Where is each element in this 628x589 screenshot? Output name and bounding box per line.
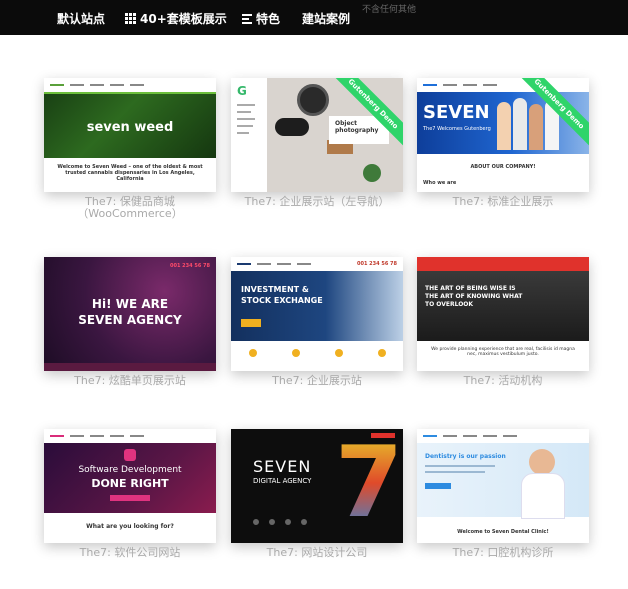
thumbnail-sub-text: Welcome to Seven Weed – one of the oldes…: [57, 164, 203, 182]
template-thumbnail[interactable]: Software Development DONE RIGHT What are…: [44, 429, 216, 543]
template-thumbnail[interactable]: 001 234 56 78 Hi! WE ARE SEVEN AGENCY: [44, 257, 216, 371]
thumbnail-section-title: Welcome to Seven Dental Clinic!: [457, 529, 549, 535]
nav-default-site-label: 默认站点: [57, 12, 106, 26]
thumbnail-hero: Software Development DONE RIGHT: [44, 443, 216, 513]
nav-cases[interactable]: 建站案例: [302, 10, 350, 27]
thumbnail-hero-title: SEVEN: [423, 102, 490, 123]
template-thumbnail[interactable]: SEVEN DIGITAL AGENCY 7: [231, 429, 403, 543]
template-caption[interactable]: The7: 炫酷单页展示站: [34, 375, 226, 387]
template-thumbnail[interactable]: G Object photography Gutenberg Demo: [231, 78, 403, 192]
thumbnail-sidebar: G: [231, 78, 267, 192]
nav-features-label: 特色: [256, 12, 281, 26]
thumbnail-logo: G: [237, 84, 247, 98]
thumbnail-feature-icons: [231, 349, 403, 357]
template-thumbnail[interactable]: seven weed Welcome to Seven Weed – one o…: [44, 78, 216, 192]
thumbnail-big-seven: 7: [335, 429, 403, 540]
caption-line: The7: 标准企业展示: [452, 195, 554, 208]
template-thumbnail[interactable]: THE ART OF BEING WISE IS THE ART OF KNOW…: [417, 257, 589, 371]
template-caption[interactable]: The7: 标准企业展示: [407, 196, 599, 208]
thumbnail-hero-subtitle: THE ART OF KNOWING WHAT: [425, 293, 523, 300]
thumbnail-hero-title: THE ART OF BEING WISE IS: [425, 285, 516, 292]
list-icon: [242, 13, 252, 24]
caption-line: The7: 软件公司网站: [79, 546, 181, 559]
template-caption[interactable]: The7: 网站设计公司: [221, 547, 413, 559]
thumbnail-phone: 001 234 56 78: [169, 263, 210, 269]
thumbnail-hero-title: Software Development: [78, 465, 182, 475]
caption-line: The7: 口腔机构诊所: [452, 546, 554, 559]
template-thumbnail[interactable]: SEVEN The7 Welcomes Gutenberg ABOUT OUR …: [417, 78, 589, 192]
thumbnail-nav: [417, 429, 589, 443]
thumbnail-hero-title: Hi! WE ARE: [91, 297, 169, 311]
caption-line: （WooCommerce）: [77, 207, 183, 220]
thumbnail-photo: Object photography: [267, 78, 403, 192]
thumbnail-hero-title: SEVEN: [253, 457, 312, 476]
nav-templates[interactable]: 40+套模板展示: [125, 10, 227, 27]
grid-icon: [125, 13, 136, 24]
thumbnail-hero: THE ART OF BEING WISE IS THE ART OF KNOW…: [417, 271, 589, 341]
template-caption[interactable]: The7: 保健品商城 （WooCommerce）: [34, 196, 226, 220]
template-caption[interactable]: The7: 企业展示站（左导航）: [221, 196, 413, 208]
thumbnail-nav: [44, 78, 216, 92]
template-caption[interactable]: The7: 口腔机构诊所: [407, 547, 599, 559]
thumbnail-footer: Welcome to Seven Weed – one of the oldes…: [44, 158, 216, 192]
thumbnail-hero-subtitle: STOCK EXCHANGE: [241, 296, 323, 305]
thumbnail-hero: INVESTMENT & STOCK EXCHANGE: [231, 271, 403, 341]
nav-default-site[interactable]: 默认站点: [57, 10, 105, 27]
template-thumbnail[interactable]: 001 234 56 78 INVESTMENT & STOCK EXCHANG…: [231, 257, 403, 371]
nav-cases-label: 建站案例: [302, 12, 351, 26]
template-caption[interactable]: The7: 企业展示站: [221, 375, 413, 387]
ghost-text: 不含任何其他: [362, 5, 417, 15]
nav-templates-label: 40+套模板展示: [140, 12, 227, 26]
top-navigation-bar: 不含任何其他 默认站点 40+套模板展示 特色 建站案例: [0, 0, 628, 35]
thumbnail-sub-text: We provide planning experience that are …: [431, 347, 575, 357]
thumbnail-hero-title: Dentistry is our passion: [425, 453, 506, 460]
thumbnail-phone: 001 234 56 78: [356, 261, 397, 267]
thumbnail-hero-title: INVESTMENT &: [241, 285, 309, 294]
caption-line: The7: 企业展示站（左导航）: [244, 195, 390, 208]
template-caption[interactable]: The7: 活动机构: [407, 375, 599, 387]
thumbnail-hero-subtitle: SEVEN AGENCY: [78, 313, 182, 327]
thumbnail-nav: [417, 78, 589, 92]
thumbnail-section-title: What are you looking for?: [86, 523, 174, 530]
thumbnail-nav: [417, 257, 589, 271]
template-thumbnail[interactable]: Dentistry is our passion Welcome to Seve…: [417, 429, 589, 543]
thumbnail-section-title: ABOUT OUR COMPANY!: [470, 164, 536, 170]
thumbnail-nav: [44, 429, 216, 443]
thumbnail-hero-subtitle: DIGITAL AGENCY: [253, 477, 312, 485]
caption-line: The7: 企业展示站: [272, 374, 362, 387]
thumbnail-hero-title: seven weed: [86, 120, 174, 135]
thumbnail-sub-text: The7 Welcomes Gutenberg: [423, 126, 491, 132]
thumbnail-hero-subtitle: DONE RIGHT: [91, 477, 169, 490]
caption-line: The7: 网站设计公司: [266, 546, 368, 559]
thumbnail-feature-icons: [253, 519, 307, 525]
thumbnail-hero-line3: TO OVERLOOK: [425, 301, 474, 308]
caption-line: The7: 炫酷单页展示站: [74, 374, 186, 387]
template-caption[interactable]: The7: 软件公司网站: [34, 547, 226, 559]
thumbnail-who-text: Who we are: [423, 180, 457, 186]
caption-line: The7: 活动机构: [463, 374, 543, 387]
nav-features[interactable]: 特色: [242, 10, 280, 27]
thumbnail-hero: Dentistry is our passion: [417, 443, 589, 519]
